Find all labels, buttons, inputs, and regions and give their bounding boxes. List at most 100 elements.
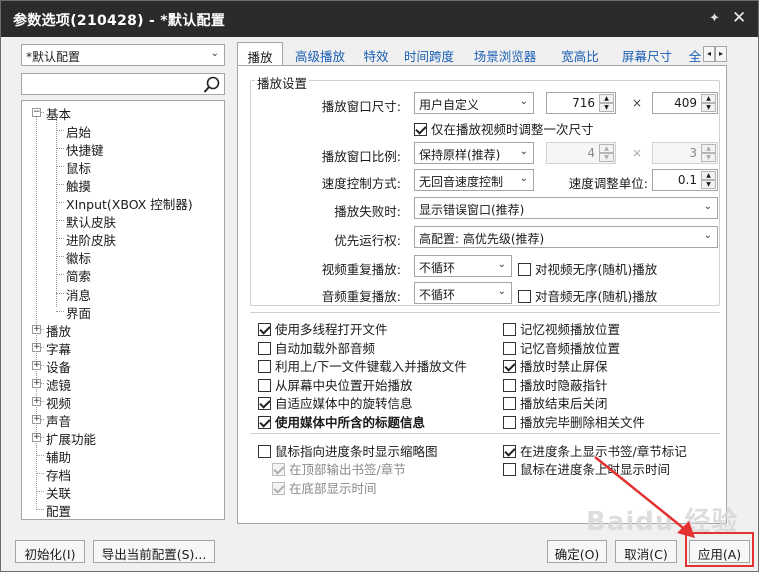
checkbox-icon[interactable]	[258, 323, 271, 336]
tree-item[interactable]: 播放	[46, 321, 71, 340]
tab-5[interactable]: 宽高比	[551, 42, 609, 66]
option-checkbox[interactable]: 播放时禁止屏保	[503, 356, 608, 375]
tree-item[interactable]: 简索	[66, 266, 91, 285]
checkbox-icon[interactable]	[503, 378, 516, 392]
tab-0[interactable]: 播放	[237, 42, 283, 67]
option-checkbox[interactable]: 播放时隐蔽指针	[503, 375, 608, 394]
checkbox-icon[interactable]	[503, 341, 516, 355]
search-icon[interactable]	[202, 75, 222, 95]
checkbox-icon[interactable]	[503, 445, 516, 458]
resize-once-checkbox[interactable]: 仅在播放视频时调整一次尺寸	[414, 119, 594, 138]
checkbox-icon[interactable]	[518, 290, 531, 303]
checkbox-icon[interactable]	[503, 323, 516, 336]
expand-icon[interactable]: +	[32, 432, 41, 442]
tree-item[interactable]: 声音	[46, 411, 71, 430]
option-checkbox[interactable]: 播放完毕删除相关文件	[503, 412, 645, 431]
option-checkbox[interactable]: 使用多线程打开文件	[258, 319, 388, 338]
tree-item[interactable]: 鼠标	[66, 158, 91, 177]
checkbox-icon[interactable]	[503, 463, 516, 476]
option-checkbox[interactable]: 记忆音频播放位置	[503, 338, 620, 357]
expand-icon[interactable]: +	[32, 378, 41, 388]
tab-scroll-right-icon[interactable]: ▸	[715, 46, 727, 62]
spin-up-icon[interactable]: ▲	[599, 94, 614, 103]
checkbox-icon[interactable]	[503, 360, 516, 374]
tab-7[interactable]: 全	[685, 42, 705, 66]
tree-item[interactable]: 默认皮肤	[66, 212, 116, 231]
expand-icon[interactable]: +	[32, 360, 41, 370]
tree-item[interactable]: 辅助	[46, 447, 71, 466]
cancel-button[interactable]: 取消(C)	[615, 540, 677, 563]
checkbox-icon[interactable]	[503, 397, 516, 411]
spin-down-icon[interactable]: ▼	[701, 103, 716, 112]
search-input[interactable]	[21, 73, 225, 95]
tree-item[interactable]: 配置	[46, 501, 71, 519]
ok-button[interactable]: 确定(O)	[547, 540, 607, 563]
tree-item[interactable]: 触摸	[66, 176, 91, 195]
spin-up-icon[interactable]: ▲	[701, 171, 716, 180]
checkbox-icon[interactable]	[258, 445, 271, 458]
checkbox-icon[interactable]	[258, 341, 271, 355]
tab-6[interactable]: 屏幕尺寸	[613, 42, 681, 66]
audio-shuffle-checkbox[interactable]: 对音频无序(随机)播放	[518, 286, 657, 305]
tree-item[interactable]: 设备	[46, 357, 71, 376]
option-checkbox[interactable]: 从屏幕中央位置开始播放	[258, 375, 413, 394]
tree-item[interactable]: 徽标	[66, 248, 91, 267]
checkbox-icon[interactable]	[258, 397, 271, 411]
tab-1[interactable]: 高级播放	[287, 42, 353, 66]
option-checkbox[interactable]: 自适应媒体中的旋转信息	[258, 393, 413, 412]
tree-item[interactable]: 快捷键	[66, 140, 104, 159]
export-config-button[interactable]: 导出当前配置(S)...	[93, 540, 215, 563]
category-tree[interactable]: − 基本 启始 快捷键 鼠标 触摸 XInput(XBOX 控制器) 默认皮肤 进阶皮肤 徽标 简索…	[21, 100, 225, 520]
tree-item[interactable]: 界面	[66, 303, 91, 322]
thumbnail-checkbox[interactable]: 鼠标指向进度条时显示缩略图	[258, 441, 438, 460]
title-bar[interactable]: 参数选项(210428) - *默认配置 ✦ ✕	[1, 1, 758, 37]
tab-4[interactable]: 场景浏览器	[463, 42, 547, 66]
priority-select[interactable]: 高配置: 高优先级(推荐) ⌄	[414, 226, 718, 248]
option-checkbox[interactable]: 使用媒体中所含的标题信息	[258, 412, 425, 431]
option-checkbox[interactable]: 利用上/下一文件键载入并播放文件	[258, 356, 467, 375]
window-height-spinner[interactable]: 409 ▲ ▼	[652, 92, 718, 114]
tree-item[interactable]: 消息	[66, 285, 91, 304]
checkbox-icon[interactable]	[258, 378, 271, 392]
video-repeat-select[interactable]: 不循环 ⌄	[414, 255, 512, 277]
close-icon[interactable]: ✕	[732, 8, 746, 28]
tab-2[interactable]: 特效	[357, 42, 395, 66]
checkbox-icon[interactable]	[518, 263, 531, 276]
init-button[interactable]: 初始化(I)	[15, 540, 85, 563]
option-checkbox[interactable]: 自动加载外部音频	[258, 338, 375, 357]
checkbox-icon[interactable]	[258, 360, 271, 374]
window-size-select[interactable]: 用户自定义 ⌄	[414, 92, 534, 114]
expand-icon[interactable]: +	[32, 342, 41, 352]
expand-icon[interactable]: +	[32, 414, 41, 424]
speed-control-select[interactable]: 无回音速度控制 ⌄	[414, 169, 534, 191]
tree-item[interactable]: XInput(XBOX 控制器)	[66, 194, 193, 213]
audio-repeat-select[interactable]: 不循环 ⌄	[414, 282, 512, 304]
profile-select[interactable]: *默认配置 ⌄	[21, 44, 225, 66]
option-checkbox[interactable]: 记忆视频播放位置	[503, 319, 620, 338]
tab-3[interactable]: 时间跨度	[399, 42, 459, 66]
option-checkbox[interactable]: 播放结束后关闭	[503, 393, 608, 412]
window-width-spinner[interactable]: 716 ▲ ▼	[546, 92, 616, 114]
tree-item[interactable]: 启始	[66, 122, 91, 141]
tree-item[interactable]: 存档	[46, 465, 71, 484]
window-ratio-select[interactable]: 保持原样(推荐) ⌄	[414, 142, 534, 164]
tree-item[interactable]: 扩展功能	[46, 429, 96, 448]
spin-up-icon[interactable]: ▲	[701, 94, 716, 103]
fail-action-select[interactable]: 显示错误窗口(推荐) ⌄	[414, 197, 718, 219]
tree-item[interactable]: 基本	[46, 104, 71, 123]
tab-scroll-left-icon[interactable]: ◂	[703, 46, 715, 62]
spin-down-icon[interactable]: ▼	[599, 103, 614, 112]
tree-item[interactable]: 关联	[46, 483, 71, 502]
tree-item[interactable]: 视频	[46, 393, 71, 412]
video-shuffle-checkbox[interactable]: 对视频无序(随机)播放	[518, 259, 657, 278]
tree-item[interactable]: 滤镜	[46, 375, 71, 394]
speed-unit-spinner[interactable]: 0.1 ▲ ▼	[652, 169, 718, 191]
expand-icon[interactable]: +	[32, 396, 41, 406]
tree-item[interactable]: 字幕	[46, 339, 71, 358]
checkbox-icon[interactable]	[414, 123, 427, 136]
expand-icon[interactable]: +	[32, 324, 41, 334]
checkbox-icon[interactable]	[503, 416, 516, 429]
checkbox-icon[interactable]	[258, 416, 271, 429]
spin-down-icon[interactable]: ▼	[701, 180, 716, 189]
tree-item[interactable]: 进阶皮肤	[66, 230, 116, 249]
